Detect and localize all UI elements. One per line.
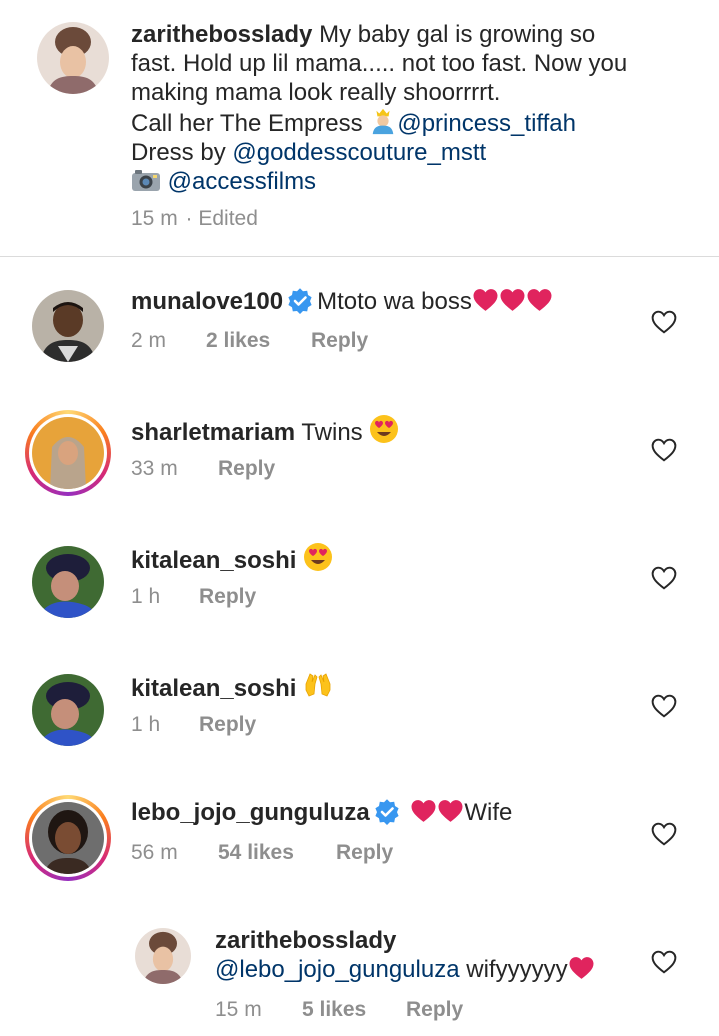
avatar[interactable] bbox=[135, 928, 191, 984]
reply-button[interactable]: Reply bbox=[199, 585, 256, 609]
reply-button[interactable]: Reply bbox=[199, 713, 256, 737]
reply-likes[interactable]: 5 likes bbox=[302, 998, 406, 1022]
heart-outline-icon[interactable] bbox=[651, 566, 677, 590]
comment-meta: 1 h Reply bbox=[131, 713, 256, 737]
comment-text: kitalean_soshi bbox=[131, 542, 333, 575]
post-caption: zarithebosslady My baby gal is growing s… bbox=[0, 0, 719, 256]
comment-body: Wife bbox=[464, 799, 513, 826]
red-heart-emoji bbox=[568, 956, 595, 980]
comment-username[interactable]: munalove100 bbox=[131, 288, 283, 315]
caption-line-3: making mama look really shoorrrrt. bbox=[131, 79, 501, 106]
reply-button[interactable]: Reply bbox=[406, 998, 463, 1022]
reply-text: zarithebosslady @lebo_jojo_gunguluza wif… bbox=[215, 926, 595, 984]
comment-meta: 33 m Reply bbox=[131, 457, 275, 481]
avatar[interactable] bbox=[32, 674, 104, 746]
mention-lebo-jojo-gunguluza[interactable]: @lebo_jojo_gunguluza bbox=[215, 956, 460, 983]
comment-text: kitalean_soshi bbox=[131, 670, 333, 703]
reply-meta: 15 m 5 likes Reply bbox=[215, 998, 463, 1022]
verified-badge-icon bbox=[374, 799, 400, 825]
reply-button[interactable]: Reply bbox=[218, 457, 275, 481]
comment-time: 1 h bbox=[131, 585, 161, 608]
comment-username[interactable]: kitalean_soshi bbox=[131, 547, 296, 574]
mention-accessfilms[interactable]: @accessfilms bbox=[168, 168, 316, 195]
avatar[interactable] bbox=[37, 22, 109, 94]
avatar-photo bbox=[32, 290, 104, 362]
avatar-photo bbox=[37, 22, 109, 94]
caption-line-1: My baby gal is growing so bbox=[319, 21, 596, 48]
caption-meta: 15 m · Edited bbox=[131, 207, 258, 231]
comment-time: 1 h bbox=[131, 713, 161, 736]
caption-line-4: Call her The Empress bbox=[131, 110, 363, 137]
avatar-photo bbox=[32, 802, 104, 874]
red-heart-emoji bbox=[437, 799, 464, 823]
comment-likes[interactable]: 54 likes bbox=[218, 841, 336, 865]
verified-badge-icon bbox=[287, 288, 313, 314]
comment-text: sharletmariam Twins bbox=[131, 414, 399, 447]
caption-line-2: fast. Hold up lil mama..... not too fast… bbox=[131, 50, 628, 77]
red-heart-emoji bbox=[472, 288, 499, 312]
reply-button[interactable]: Reply bbox=[336, 841, 393, 865]
avatar-photo bbox=[32, 546, 104, 618]
comment-username[interactable]: kitalean_soshi bbox=[131, 675, 296, 702]
caption-time: 15 m bbox=[131, 207, 178, 230]
comment-meta: 1 h Reply bbox=[131, 585, 256, 609]
avatar[interactable] bbox=[32, 546, 104, 618]
reply-username[interactable]: zarithebosslady bbox=[215, 927, 396, 954]
comment-time: 2 m bbox=[131, 329, 167, 352]
avatar-photo bbox=[32, 674, 104, 746]
comment-time: 56 m bbox=[131, 841, 178, 864]
caption-edited: · Edited bbox=[185, 207, 258, 230]
camera-emoji bbox=[131, 167, 161, 193]
mention-goddesscouture[interactable]: @goddesscouture_mstt bbox=[232, 139, 486, 166]
heart-eyes-emoji bbox=[369, 414, 399, 444]
raised-hands-emoji bbox=[303, 670, 333, 700]
avatar[interactable] bbox=[32, 802, 104, 874]
caption-text: zarithebosslady My baby gal is growing s… bbox=[131, 20, 701, 196]
red-heart-emoji bbox=[410, 799, 437, 823]
comment-body: Mtoto wa boss bbox=[317, 288, 472, 315]
comment-meta: 56 m 54 likes Reply bbox=[131, 841, 393, 865]
heart-outline-icon[interactable] bbox=[651, 310, 677, 334]
comment-username[interactable]: sharletmariam bbox=[131, 419, 295, 446]
avatar[interactable] bbox=[32, 417, 104, 489]
comment-text: munalove100 Mtoto wa boss bbox=[131, 287, 553, 316]
reply-button[interactable]: Reply bbox=[311, 329, 368, 353]
red-heart-emoji bbox=[526, 288, 553, 312]
comment-time: 33 m bbox=[131, 457, 178, 480]
heart-outline-icon[interactable] bbox=[651, 822, 677, 846]
comment-meta: 2 m 2 likes Reply bbox=[131, 329, 368, 353]
heart-eyes-emoji bbox=[303, 542, 333, 572]
caption-divider bbox=[0, 256, 719, 257]
heart-outline-icon[interactable] bbox=[651, 950, 677, 974]
heart-outline-icon[interactable] bbox=[651, 438, 677, 462]
reply-body: wifyyyyyy bbox=[466, 956, 568, 983]
comment-likes[interactable]: 2 likes bbox=[206, 329, 311, 353]
heart-outline-icon[interactable] bbox=[651, 694, 677, 718]
avatar-photo bbox=[32, 417, 104, 489]
avatar[interactable] bbox=[32, 290, 104, 362]
mention-princess-tiffah[interactable]: @princess_tiffah bbox=[397, 110, 576, 137]
comment-text: lebo_jojo_gunguluza Wife bbox=[131, 798, 512, 827]
comment-body: Twins bbox=[301, 419, 363, 446]
caption-username[interactable]: zarithebosslady bbox=[131, 21, 312, 48]
avatar-photo bbox=[135, 928, 191, 984]
person-with-crown-emoji bbox=[369, 107, 397, 135]
caption-line-5: Dress by bbox=[131, 139, 226, 166]
reply-time: 15 m bbox=[215, 998, 262, 1021]
comment-username[interactable]: lebo_jojo_gunguluza bbox=[131, 799, 370, 826]
red-heart-emoji bbox=[499, 288, 526, 312]
